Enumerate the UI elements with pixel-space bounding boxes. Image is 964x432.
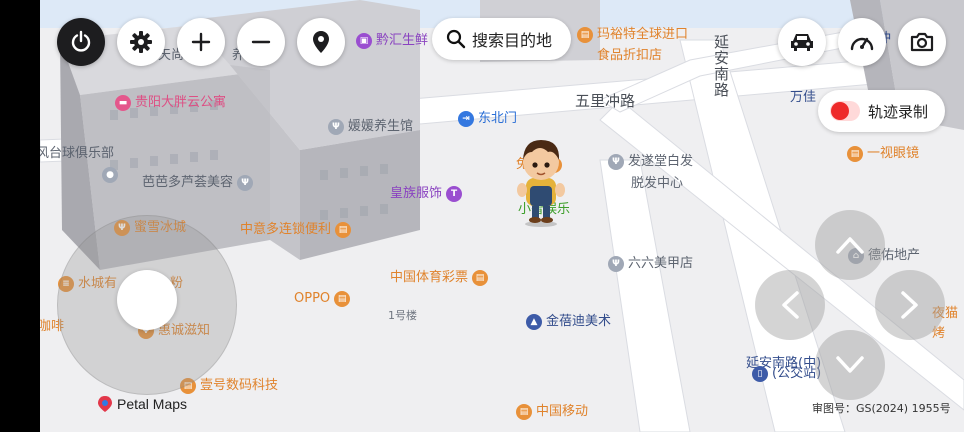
- poi-babaduo-marker[interactable]: ●: [102, 167, 118, 183]
- poi-china-mobile[interactable]: ▤ 中国移动: [516, 404, 588, 420]
- joystick-knob[interactable]: [117, 270, 177, 330]
- poi-zhongguo-ticai[interactable]: ▤ 中国体育彩票: [390, 270, 489, 286]
- poi-dongbeimen[interactable]: ⇥ 东北门: [458, 111, 517, 127]
- label-building-no1: 1号楼: [388, 309, 417, 322]
- dpad-left-button[interactable]: [755, 270, 825, 340]
- dpad-right-button[interactable]: [875, 270, 945, 340]
- plus-icon: [191, 32, 211, 52]
- gear-icon: [130, 31, 152, 53]
- poi-fasuitang-2[interactable]: 脱发中心: [631, 176, 683, 192]
- speedometer-icon: [850, 37, 874, 51]
- store-icon: ▤: [577, 27, 593, 43]
- exit-door-icon: ⇥: [458, 111, 474, 127]
- poi-mayute-2[interactable]: 食品折扣店: [597, 48, 662, 64]
- spa-icon: Ψ: [237, 175, 254, 191]
- poi-liuliu[interactable]: Ψ 六六美甲店: [608, 256, 693, 272]
- store-icon: ▤: [335, 222, 352, 238]
- chevron-right-icon: [901, 291, 918, 319]
- petal-logo-icon: [98, 396, 112, 412]
- camera-icon: [910, 32, 934, 52]
- minus-icon: [251, 40, 271, 44]
- poi-yanan-bus-2[interactable]: ▯ (公交站): [752, 366, 821, 382]
- graduation-cap-icon: ▲: [526, 314, 542, 330]
- speed-button[interactable]: [838, 18, 886, 66]
- poi-huangzu[interactable]: T 皇族服饰: [390, 186, 463, 202]
- car-icon: [791, 34, 813, 51]
- shopping-cart-icon: ▣: [356, 33, 372, 49]
- spa-icon: Ψ: [328, 119, 344, 135]
- poi-jinbeidi[interactable]: ▲ 金蓓迪美术: [526, 314, 611, 330]
- spa-icon: Ψ: [608, 256, 624, 272]
- search-bar[interactable]: 搜索目的地: [432, 18, 571, 60]
- record-toggle-icon: [830, 101, 860, 121]
- shirt-icon: T: [446, 186, 463, 202]
- spa-icon: Ψ: [608, 154, 624, 170]
- dpad-down-button[interactable]: [815, 330, 885, 400]
- poi-yishi[interactable]: ▤ 一视眼镜: [847, 146, 919, 162]
- settings-button[interactable]: [117, 18, 165, 66]
- poi-qianhui[interactable]: ▣ 黔汇生鲜: [356, 33, 428, 49]
- zoom-out-button[interactable]: [237, 18, 285, 66]
- poi-qiuclub[interactable]: 风台球俱乐部: [40, 146, 114, 162]
- location-pin-icon: [313, 31, 329, 53]
- poi-zhongyi[interactable]: ▤ 中意多连锁便利: [240, 222, 352, 238]
- dpad-up-button[interactable]: [815, 210, 885, 280]
- map-license-text: 审图号：GS(2024) 1955号: [812, 402, 951, 415]
- poi-wanjia[interactable]: 万佳: [790, 90, 816, 106]
- chevron-left-icon: [782, 291, 799, 319]
- track-record-toggle[interactable]: 轨迹录制: [818, 90, 945, 132]
- power-button[interactable]: [57, 18, 105, 66]
- poi-yuanyuan[interactable]: Ψ 媛媛养生馆: [328, 119, 413, 135]
- car-mode-button[interactable]: [778, 18, 826, 66]
- poi-guiyang-dapang[interactable]: ▬ 贵阳大胖云公寓: [115, 95, 226, 111]
- road-yanan-south: 延安南路: [712, 34, 730, 98]
- lottery-icon: ▤: [472, 270, 489, 286]
- location-button[interactable]: [297, 18, 345, 66]
- record-label: 轨迹录制: [868, 102, 929, 121]
- zoom-in-button[interactable]: [177, 18, 225, 66]
- search-label: 搜索目的地: [472, 31, 553, 50]
- chevron-down-icon: [836, 356, 864, 373]
- petal-maps-logo: Petal Maps: [98, 396, 187, 412]
- store-icon: ▤: [847, 146, 863, 162]
- poi-babaduo[interactable]: Ψ 芭芭多芦荟美容: [142, 175, 254, 191]
- poi-fasuitang[interactable]: Ψ 发遂堂白发: [608, 154, 693, 170]
- avatar-character[interactable]: [510, 130, 572, 228]
- poi-oppo[interactable]: ▤ OPPO: [294, 291, 351, 307]
- dot-marker-icon: ●: [102, 167, 118, 183]
- bus-icon: ▯: [752, 366, 768, 382]
- poi-mayute[interactable]: ▤ 玛裕特全球进口: [577, 27, 688, 43]
- bed-icon: ▬: [115, 95, 131, 111]
- camera-button[interactable]: [898, 18, 946, 66]
- road-wuli: 五里冲路: [575, 92, 636, 110]
- chevron-up-icon: [836, 237, 864, 254]
- search-icon: [446, 29, 466, 49]
- power-icon: [71, 30, 91, 52]
- store-icon: ▤: [334, 291, 351, 307]
- screen: ▣黔汇生鲜 天尚 养生馆 ▬贵阳大胖云公寓 Ψ媛媛养生馆 风台球俱乐部 ● Ψ芭…: [0, 0, 964, 432]
- store-icon: ▤: [516, 404, 532, 420]
